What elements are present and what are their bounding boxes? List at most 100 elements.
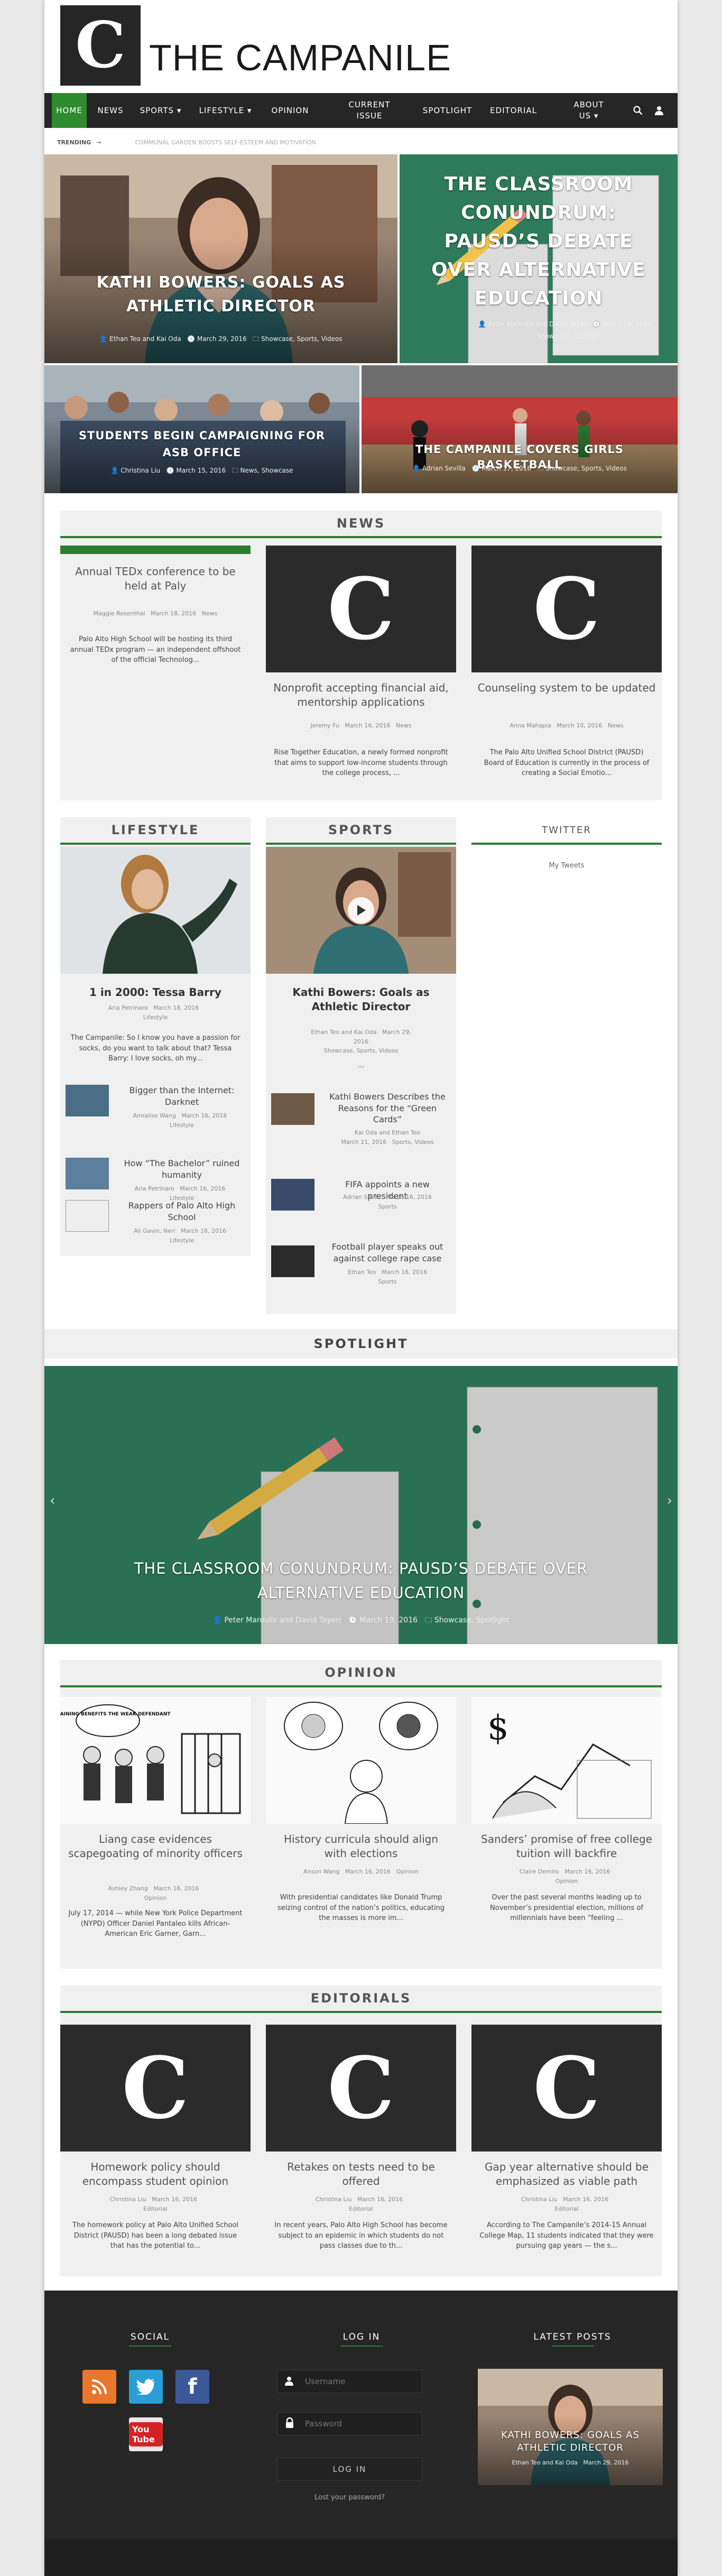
lifestyle-main-title[interactable]: 1 in 2000: Tessa Barry	[66, 985, 245, 1000]
spotlight-author[interactable]: Peter Maroulis and David Tayeri	[224, 1616, 341, 1624]
username-field[interactable]: Username	[277, 2370, 422, 2393]
sports-item-thumb[interactable]	[271, 1093, 314, 1125]
spotlight-slider[interactable]: ‹ › THE CLASSROOM CONUNDRUM: PAUSD’S DEB…	[44, 1366, 678, 1644]
lifestyle-item-title[interactable]: How “The Bachelor” ruined humanity	[118, 1158, 245, 1180]
editorial-card-title[interactable]: Homework policy should encompass student…	[66, 2160, 245, 2189]
editorial-card-title[interactable]: Retakes on tests need to be offered	[271, 2160, 451, 2189]
spotlight-cats[interactable]: Showcase, Spotlight	[434, 1616, 510, 1624]
sports-main-title[interactable]: Kathi Bowers: Goals as Athletic Director	[271, 985, 451, 1014]
lost-password-link[interactable]: Lost your password?	[277, 2494, 422, 2501]
slider-prev-arrow[interactable]: ‹	[50, 1493, 55, 1509]
sports-main-video[interactable]	[266, 847, 456, 974]
hero-right-cats[interactable]: Showcase, Spotlight	[537, 333, 601, 340]
spotlight-title[interactable]: THE CLASSROOM CONUNDRUM: PAUSD’S DEBATE …	[87, 1556, 635, 1605]
hero-asb-date: March 15, 2016	[176, 467, 226, 474]
campanile-c-thumbnail[interactable]: C	[471, 546, 662, 672]
hero-asb-tile[interactable]: STUDENTS BEGIN CAMPAIGNING FOR ASB OFFIC…	[44, 365, 359, 493]
main-nav: HOME NEWS SPORTS ▾ LIFESTYLE ▾ OPINION C…	[44, 93, 678, 128]
site-name[interactable]: THE CAMPANILE	[149, 39, 451, 76]
rss-icon[interactable]	[82, 2370, 116, 2404]
hero-main-author[interactable]: Ethan Teo and Kai Oda	[109, 335, 181, 343]
lifestyle-main-cat[interactable]: Lifestyle	[143, 1014, 168, 1021]
news-card-author[interactable]: Maggie Rosenthal	[94, 610, 145, 617]
opinion-card-cartoon[interactable]	[266, 1697, 456, 1824]
lifestyle-main-photo[interactable]	[60, 847, 251, 974]
lifestyle-item-thumb[interactable]	[66, 1158, 109, 1189]
user-icon[interactable]	[651, 93, 667, 128]
sports-item-thumb[interactable]	[271, 1179, 314, 1211]
latest-post-title[interactable]: KATHI BOWERS: GOALS AS ATHLETIC DIRECTOR	[483, 2429, 658, 2455]
news-card-title[interactable]: Counseling system to be updated	[477, 681, 656, 695]
campanile-c-thumbnail[interactable]: C	[266, 2025, 456, 2152]
hero-basketball-cats[interactable]: Showcase, Sports, Videos	[545, 465, 627, 472]
nav-sports[interactable]: SPORTS ▾	[134, 93, 187, 128]
hero-main-cats[interactable]: Showcase, Sports, Videos	[261, 335, 343, 343]
password-field[interactable]: Password	[277, 2412, 422, 2435]
hero-main-tile[interactable]: KATHI BOWERS: GOALS AS ATHLETIC DIRECTOR…	[44, 154, 397, 363]
news-card-title[interactable]: Nonprofit accepting financial aid, mento…	[271, 681, 451, 709]
social-heading-underline	[129, 2346, 171, 2347]
hero-right-tile[interactable]: THE CLASSROOM CONUNDRUM: PAUSD’S DEBATE …	[400, 154, 678, 363]
youtube-icon[interactable]: You Tube	[129, 2417, 163, 2451]
news-card-cat[interactable]: News	[202, 610, 218, 617]
nav-editorial[interactable]: EDITORIAL	[483, 93, 544, 128]
opinion-card-cartoon[interactable]: BARGAINING BENEFITS THE WEAK DEFENDANT	[60, 1697, 251, 1824]
lifestyle-item-thumb[interactable]	[66, 1085, 109, 1116]
sports-item-title[interactable]: Kathi Bowers Describes the Reasons for t…	[324, 1091, 451, 1125]
twitter-heading: TWITTER	[471, 817, 662, 845]
login-button[interactable]: LOG IN	[277, 2458, 422, 2481]
editorial-card-title[interactable]: Gap year alternative should be emphasize…	[477, 2160, 656, 2189]
lifestyle-main-author[interactable]: Aria Petrinaro	[108, 1004, 148, 1011]
search-icon[interactable]	[630, 93, 646, 128]
sports-main-cat[interactable]: Showcase, Sports, Videos	[324, 1047, 399, 1054]
news-card-author[interactable]: Anna Mahapia	[510, 722, 551, 729]
social-heading: SOCIAL	[130, 2332, 170, 2342]
news-card-title[interactable]: Annual TEDx conference to be held at Pal…	[66, 565, 245, 593]
nav-about-us[interactable]: ABOUT US ▾	[568, 93, 610, 128]
slider-next-arrow[interactable]: ›	[667, 1493, 672, 1509]
campanile-c-thumbnail[interactable]: C	[266, 546, 456, 672]
nav-spotlight[interactable]: SPOTLIGHT	[417, 93, 478, 128]
latest-post-tile[interactable]: KATHI BOWERS: GOALS AS ATHLETIC DIRECTOR…	[478, 2369, 663, 2485]
hero-main-title[interactable]: KATHI BOWERS: GOALS AS ATHLETIC DIRECTOR	[50, 271, 392, 318]
opinion-card-title[interactable]: Liang case evidences scapegoating of min…	[66, 1832, 245, 1861]
lifestyle-item-title[interactable]: Rappers of Palo Alto High School	[118, 1200, 245, 1223]
sports-item-thumb[interactable]	[271, 1245, 314, 1277]
user-icon: 👤	[478, 320, 488, 328]
news-card-author[interactable]: Jeremy Fu	[310, 722, 339, 729]
nav-home[interactable]: HOME	[52, 93, 87, 128]
hero-basketball-author[interactable]: Adrian Sevilla	[422, 465, 466, 472]
opinion-card-title[interactable]: Sanders’ promise of free college tuition…	[477, 1832, 656, 1861]
facebook-icon[interactable]: f	[175, 2370, 209, 2404]
hero-right-author[interactable]: Peter Maroulis and David Tayeri	[488, 320, 588, 328]
my-tweets-link[interactable]: My Tweets	[471, 862, 662, 870]
opinion-card-excerpt: With presidential candidates like Donald…	[277, 1894, 445, 1922]
news-card-cat[interactable]: News	[608, 722, 624, 729]
campanile-c-thumbnail[interactable]: C	[471, 2025, 662, 2152]
hero-asb-title[interactable]: STUDENTS BEGIN CAMPAIGNING FOR ASB OFFIC…	[50, 428, 354, 461]
lifestyle-main-meta: Aria Petrinaro March 18, 2016 Lifestyle	[66, 1003, 245, 1022]
lifestyle-item-thumb[interactable]	[66, 1200, 109, 1232]
hero-asb-author[interactable]: Christina Liu	[121, 467, 160, 474]
twitter-icon[interactable]	[129, 2370, 163, 2404]
news-heading: NEWS	[60, 511, 662, 538]
latest-heading-underline	[552, 2346, 594, 2347]
clock-icon: 🕓	[187, 335, 197, 343]
opinion-card-title[interactable]: History curricula should align with elec…	[271, 1832, 451, 1861]
hero-basketball-tile[interactable]: THE CAMPANILE COVERS GIRLS BASKETBALL 👤 …	[362, 365, 678, 493]
sports-main-author[interactable]: Ethan Teo and Kai Oda	[311, 1029, 376, 1036]
campanile-c-thumbnail[interactable]: C	[60, 2025, 251, 2152]
nav-current-issue[interactable]: CURRENT ISSUE	[340, 93, 399, 128]
play-icon[interactable]	[348, 897, 374, 924]
nav-news[interactable]: NEWS	[92, 93, 129, 128]
hero-right-title[interactable]: THE CLASSROOM CONUNDRUM: PAUSD’S DEBATE …	[405, 170, 672, 313]
news-card-cat[interactable]: News	[396, 722, 412, 729]
site-logo[interactable]: C	[60, 5, 141, 86]
nav-opinion[interactable]: OPINION	[264, 93, 317, 128]
trending-headline[interactable]: COMMUNAL GARDEN BOOSTS SELF-ESTEEM AND M…	[135, 139, 316, 146]
nav-lifestyle[interactable]: LIFESTYLE ▾	[192, 93, 258, 128]
sports-item-title[interactable]: Football player speaks out against colle…	[324, 1241, 451, 1264]
opinion-card-cartoon[interactable]: $	[471, 1697, 662, 1824]
lifestyle-item-title[interactable]: Bigger than the Internet: Darknet	[118, 1085, 245, 1107]
hero-asb-cats[interactable]: News, Showcase	[240, 467, 293, 474]
